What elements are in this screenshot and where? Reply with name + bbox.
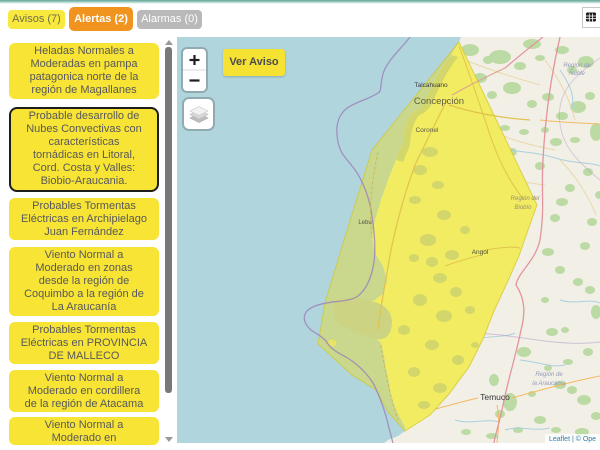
svg-text:Región de: Región de xyxy=(535,372,563,378)
svg-text:Concepción: Concepción xyxy=(414,96,464,107)
svg-text:Lebu: Lebu xyxy=(358,220,371,226)
svg-text:Angol: Angol xyxy=(472,249,489,256)
svg-text:Talcahuano: Talcahuano xyxy=(414,82,448,89)
svg-text:Ñuble: Ñuble xyxy=(569,70,585,77)
svg-text:Temuco: Temuco xyxy=(480,392,510,402)
svg-text:Región de: Región de xyxy=(563,63,591,69)
svg-text:la Araucanía: la Araucanía xyxy=(532,381,566,387)
svg-text:Leaflet | © Ope: Leaflet | © Ope xyxy=(549,435,596,443)
svg-text:Biobío: Biobío xyxy=(514,205,532,211)
svg-text:Región del: Región del xyxy=(511,196,540,202)
svg-text:Coronel: Coronel xyxy=(416,127,439,134)
